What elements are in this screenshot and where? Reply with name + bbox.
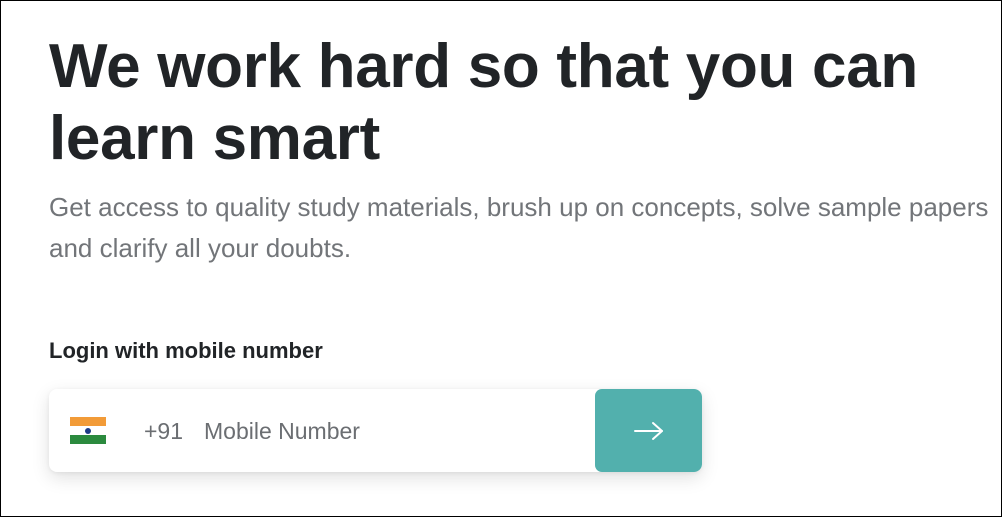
mobile-login-form: +91 [49, 389, 702, 472]
india-flag-icon[interactable] [70, 417, 106, 444]
arrow-right-icon [633, 421, 663, 440]
flag-saffron-band [70, 417, 106, 426]
mobile-number-input[interactable] [204, 411, 584, 451]
country-code: +91 [144, 418, 184, 444]
submit-button[interactable] [595, 389, 702, 472]
flag-green-band [70, 435, 106, 444]
hero-subtitle: Get access to quality study materials, b… [49, 192, 989, 263]
hero-title: We work hard so that you can learn smart [49, 32, 918, 173]
flag-white-band [70, 426, 106, 435]
flag-chakra [85, 427, 91, 434]
login-label: Login with mobile number [49, 338, 323, 363]
page-frame: We work hard so that you can learn smart… [0, 0, 1002, 517]
